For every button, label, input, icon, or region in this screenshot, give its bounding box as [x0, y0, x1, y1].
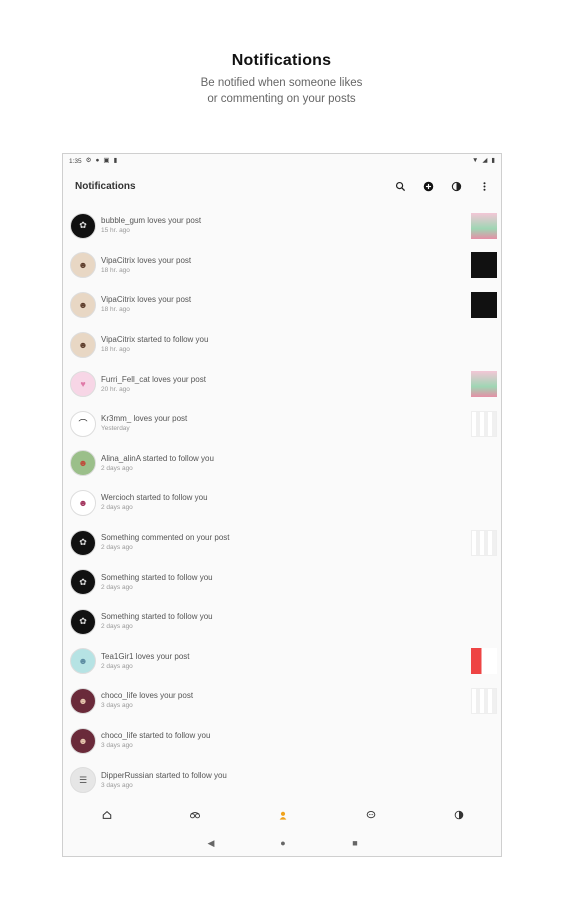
clipboard-icon: ▮ [113, 157, 118, 165]
notification-row[interactable]: ☻ Tea1Gir1 loves your post 2 days ago [63, 642, 501, 682]
notification-row[interactable]: ☻ VipaCitrix loves your post 18 hr. ago [63, 285, 501, 325]
post-thumbnail[interactable] [471, 687, 497, 714]
app-bar: Notifications [63, 169, 501, 203]
notification-row[interactable]: ☻ choco_life loves your post 3 days ago [63, 681, 501, 721]
promo-subtitle-line1: Be notified when someone likes [200, 77, 363, 89]
status-time: 1:35 [69, 158, 82, 165]
notification-row[interactable]: ☻ VipaCitrix started to follow you 18 hr. … [63, 325, 501, 365]
system-nav: ◀ ● ■ [63, 830, 501, 856]
notification-row[interactable]: ✿ Something started to follow you 2 days a… [63, 602, 501, 642]
notification-list[interactable]: ✿ bubble_gum loves your post 15 hr. ago ☻ Vi… [63, 206, 501, 802]
recents-icon[interactable]: ■ [349, 838, 361, 848]
notification-time: 18 hr. ago [101, 306, 130, 314]
chat-icon[interactable] [364, 808, 378, 822]
notification-text: Alina_alinA started to follow you [101, 453, 214, 463]
notification-text: Something started to follow you [101, 572, 213, 582]
avatar[interactable]: ☻ [70, 331, 96, 358]
home-circle-icon[interactable]: ● [277, 838, 289, 848]
avatar[interactable]: ✿ [70, 529, 96, 556]
post-thumbnail[interactable] [471, 648, 497, 675]
post-thumbnail[interactable] [471, 291, 497, 318]
image-icon: ▣ [103, 157, 110, 165]
profile-icon[interactable] [452, 808, 466, 822]
explore-icon[interactable] [188, 808, 202, 822]
notification-row[interactable]: ☻ VipaCitrix loves your post 18 hr. ago [63, 246, 501, 286]
location-icon: ● [95, 157, 100, 165]
notification-text: Furri_Fell_cat loves your post [101, 374, 206, 384]
notification-time: 3 days ago [101, 742, 133, 750]
post-thumbnail[interactable] [471, 371, 497, 398]
notification-text: VipaCitrix loves your post [101, 255, 192, 265]
wifi-icon: ▼ [471, 157, 479, 165]
notification-text: Wercioch started to follow you [101, 493, 208, 503]
notification-text: choco_life loves your post [101, 691, 194, 701]
notification-text: VipaCitrix loves your post [101, 295, 192, 305]
notification-row[interactable]: ☻ choco_life started to follow you 3 days … [63, 721, 501, 761]
device-frame: 1:35 ⚙ ● ▣ ▮ ▼ ◢ ▮ Notifications ✿ bubbl… [62, 153, 502, 857]
battery-icon: ▮ [491, 157, 495, 165]
notification-row[interactable]: ✿ bubble_gum loves your post 15 hr. ago [63, 206, 501, 246]
promo-title: Notifications [231, 52, 332, 69]
avatar[interactable]: ☻ [70, 489, 96, 516]
post-thumbnail[interactable] [471, 529, 497, 556]
notification-row[interactable]: ♥ Furri_Fell_cat loves your post 20 hr. ag… [63, 364, 501, 404]
notification-text: bubble_gum loves your post [101, 216, 202, 226]
avatar[interactable]: ⌒ [70, 410, 96, 437]
notification-row[interactable]: ☻ Wercioch started to follow you 2 days ag… [63, 483, 501, 523]
notification-time: 18 hr. ago [101, 266, 130, 274]
notification-row[interactable]: ✿ Something started to follow you 2 days a… [63, 562, 501, 602]
notification-text: VipaCitrix started to follow you [101, 335, 209, 345]
search-icon[interactable] [393, 179, 407, 193]
notification-time: 3 days ago [101, 702, 133, 710]
promo-subtitle: Be notified when someone likes or commen… [0, 75, 563, 107]
avatar[interactable]: ☻ [70, 450, 96, 477]
post-thumbnail[interactable] [471, 410, 497, 437]
settings-icon: ⚙ [85, 157, 92, 165]
notification-time: 3 days ago [101, 781, 133, 789]
notification-row[interactable]: ✿ Something commented on your post 2 days … [63, 523, 501, 563]
notification-text: Tea1Gir1 loves your post [101, 651, 190, 661]
notification-text: Something started to follow you [101, 612, 213, 622]
avatar[interactable]: ☻ [70, 727, 96, 754]
add-circle-icon[interactable] [421, 179, 435, 193]
avatar[interactable]: ✿ [70, 569, 96, 596]
avatar[interactable]: ☻ [70, 291, 96, 318]
status-bar: 1:35 ⚙ ● ▣ ▮ ▼ ◢ ▮ [63, 154, 501, 169]
avatar[interactable]: ☻ [70, 687, 96, 714]
notification-text: choco_life started to follow you [101, 731, 211, 741]
bottom-nav [63, 802, 501, 828]
avatar[interactable]: ♥ [70, 371, 96, 398]
notification-text: Something commented on your post [101, 533, 230, 543]
appbar-title: Notifications [75, 180, 136, 192]
notification-text: DipperRussian started to follow you [101, 770, 227, 780]
post-thumbnail[interactable] [471, 252, 497, 279]
home-icon[interactable] [100, 808, 114, 822]
notification-time: 15 hr. ago [101, 227, 130, 235]
back-icon[interactable]: ◀ [205, 838, 217, 849]
avatar[interactable]: ✿ [70, 608, 96, 635]
notification-text: Kr3mm_ loves your post [101, 414, 188, 424]
notification-time: 2 days ago [101, 623, 133, 631]
notification-row[interactable]: ⌒ Kr3mm_ loves your post Yesterday [63, 404, 501, 444]
notification-time: 20 hr. ago [101, 385, 130, 393]
signal-icon: ◢ [482, 157, 488, 165]
notification-time: Yesterday [101, 425, 130, 433]
avatar[interactable]: ✿ [70, 212, 96, 239]
notification-time: 2 days ago [101, 504, 133, 512]
avatar[interactable]: ☻ [70, 252, 96, 279]
notifications-icon[interactable] [276, 808, 290, 822]
avatar[interactable]: ☰ [70, 767, 96, 794]
notification-row[interactable]: ☰ DipperRussian started to follow you 3 da… [63, 760, 501, 800]
notification-time: 2 days ago [101, 544, 133, 552]
notification-time: 18 hr. ago [101, 346, 130, 354]
notification-time: 2 days ago [101, 583, 133, 591]
more-vert-icon[interactable] [477, 179, 491, 193]
promo-subtitle-line2: or commenting on your posts [207, 93, 356, 105]
notification-time: 2 days ago [101, 662, 133, 670]
notification-time: 2 days ago [101, 464, 133, 472]
notification-row[interactable]: ☻ Alina_alinA started to follow you 2 days… [63, 444, 501, 484]
post-thumbnail[interactable] [471, 212, 497, 239]
avatar[interactable]: ☻ [70, 648, 96, 675]
contrast-icon[interactable] [449, 179, 463, 193]
